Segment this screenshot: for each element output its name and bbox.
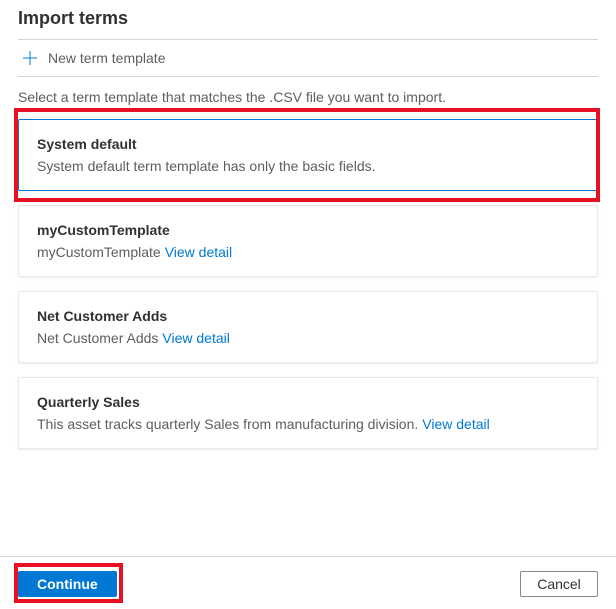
template-title: Net Customer Adds xyxy=(37,308,579,324)
template-card[interactable]: Net Customer AddsNet Customer AddsView d… xyxy=(18,291,598,363)
new-term-template-button[interactable]: New term template xyxy=(18,40,598,77)
template-card[interactable]: Quarterly Sales This asset tracks quarter… xyxy=(18,377,598,449)
template-description: myCustomTemplateView detail xyxy=(37,244,579,260)
view-detail-link[interactable]: View detail xyxy=(422,416,489,432)
template-list: System default System default term templa… xyxy=(18,119,598,449)
template-title: System default xyxy=(37,136,579,152)
footer: Continue Cancel xyxy=(0,556,616,597)
instruction-text: Select a term template that matches the … xyxy=(18,77,598,119)
template-description-text: System default term template has only th… xyxy=(37,158,376,174)
template-description-text: This asset tracks quarterly Sales from m… xyxy=(37,416,418,432)
template-title: myCustomTemplate xyxy=(37,222,579,238)
view-detail-link[interactable]: View detail xyxy=(165,244,232,260)
view-detail-link[interactable]: View detail xyxy=(162,330,229,346)
template-description: This asset tracks quarterly Sales from m… xyxy=(37,416,579,432)
template-description-text: myCustomTemplate xyxy=(37,244,161,260)
template-description: System default term template has only th… xyxy=(37,158,579,174)
plus-icon xyxy=(22,50,38,66)
template-card[interactable]: myCustomTemplatemyCustomTemplateView det… xyxy=(18,205,598,277)
template-title: Quarterly Sales xyxy=(37,394,579,410)
continue-button[interactable]: Continue xyxy=(18,571,117,597)
template-card[interactable]: System default System default term templa… xyxy=(18,119,598,191)
template-description: Net Customer AddsView detail xyxy=(37,330,579,346)
cancel-button[interactable]: Cancel xyxy=(520,571,598,597)
page-title: Import terms xyxy=(18,8,598,40)
template-description-text: Net Customer Adds xyxy=(37,330,158,346)
new-term-template-label: New term template xyxy=(48,50,165,66)
